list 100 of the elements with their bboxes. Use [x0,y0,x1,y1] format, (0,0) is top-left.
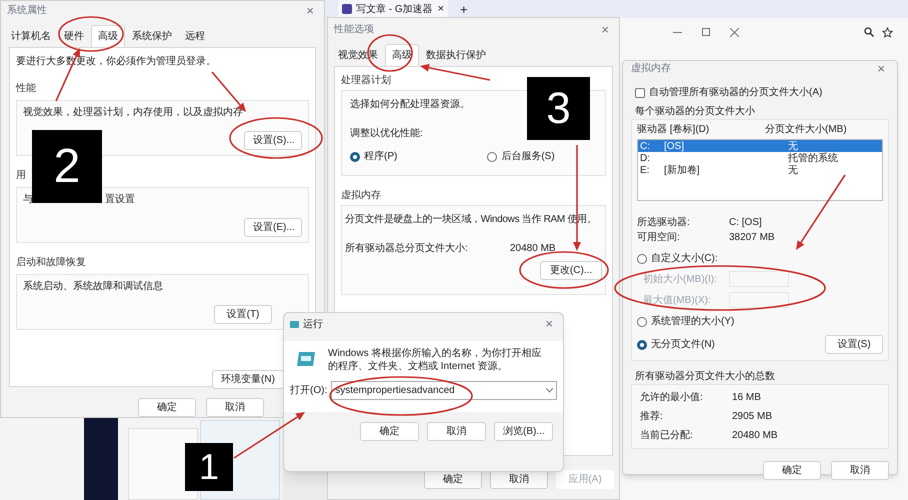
page-file-size: 无 [788,164,798,178]
step-number: 1 [185,443,233,491]
drive-letter: D: [639,152,651,166]
close-button[interactable]: × [302,4,318,17]
annotation-arrow [420,64,490,81]
drive-row[interactable]: E: [新加卷] 无 [638,164,882,176]
browser-tab[interactable]: 写文章 - G加速器 × [338,0,448,18]
column-header: 驱动器 [卷标](D) [637,122,710,137]
drive-row[interactable]: D: 托管的系统 [638,152,882,164]
annotation-arrow [234,412,305,459]
group-title: 用 [16,170,26,181]
drive-label: [OS] [664,140,684,152]
step-number: 3 [527,77,590,140]
settings-button[interactable]: 设置(E)... [244,218,302,237]
total-value: 2905 MB [732,410,772,424]
tab[interactable]: 计算机名 [5,26,57,47]
total-label: 推荐: [640,410,664,424]
group-title: 性能 [16,83,36,94]
maximize-icon[interactable] [702,28,710,36]
group-title: 所有驱动器分页文件大小的总数 [634,370,776,384]
info-label: 可用空间: [637,230,681,245]
tab[interactable]: 系统保护 [126,26,178,47]
checkbox-label: 自动管理所有驱动器的分页文件大小(A) [649,86,822,100]
drive-letter: E: [639,164,650,178]
tab[interactable]: 硬件 [58,26,90,47]
radio-label: 后台服务(S) [501,150,555,164]
total-value: 20480 MB [732,429,778,443]
column-header: 分页文件大小(MB) [765,122,847,137]
step-number: 2 [32,130,102,203]
settings-button[interactable]: 设置(S)... [244,131,302,150]
total-value: 16 MB [732,391,761,405]
close-button[interactable]: × [597,22,613,36]
dialog-button[interactable]: 取消 [206,398,264,417]
settings-button[interactable]: 设置(T) [214,305,272,324]
close-button[interactable]: × [873,62,889,75]
radio-button[interactable] [637,316,647,326]
app-icon [342,4,352,14]
radio-button[interactable] [487,152,498,162]
radio-label: 无分页文件(N) [651,338,715,352]
annotation-ellipse [367,34,413,72]
group-description: 视觉效果，处理器计划，内存使用，以及虚拟内存 [23,106,243,120]
page-file-size: 托管的系统 [788,152,838,165]
group-description: 置设置 [105,192,135,207]
close-tab-button[interactable]: × [438,4,444,14]
dialog-button[interactable]: 确定 [763,461,821,480]
drive-letter: C: [639,140,651,154]
tab[interactable]: 远程 [179,26,211,47]
tab[interactable]: 高级 [91,25,125,47]
info-label: 所选驱动器: [637,216,691,230]
radio-button[interactable] [637,340,647,350]
info-value: 38207 MB [729,231,775,245]
total-label: 所有驱动器总分页文件大小: [345,242,469,256]
run-icon [296,351,316,367]
info-value: C: [OS] [729,216,762,230]
command-field[interactable]: systempropertiesadvanced [331,381,557,400]
close-button[interactable]: × [541,316,557,331]
checkbox[interactable] [635,88,645,98]
dialog-button[interactable]: 浏览(B)... [494,422,553,441]
close-icon[interactable] [730,28,739,36]
dialog-button[interactable]: 确定 [138,398,196,417]
total-label: 当前已分配: [640,428,694,443]
group-description: 系统启动、系统故障和调试信息 [23,280,163,294]
drive-row[interactable]: C: [OS] 无 [638,140,882,152]
group-title: 每个驱动器的分页文件大小 [634,104,756,119]
total-label: 允许的最小值: [640,390,704,405]
group-description: 与 [23,192,33,207]
group-description: 选择如何分配处理器资源。 [350,98,471,112]
radio-button[interactable] [637,254,647,264]
tab[interactable]: 数据执行保护 [420,45,492,66]
dialog-button[interactable]: 取消 [427,422,486,441]
new-tab-button[interactable]: + [460,2,468,16]
dialog-button[interactable]: 确定 [360,422,419,441]
drive-label: [新加卷] [664,164,700,176]
total-value: 20480 MB [510,242,556,256]
page-file-size: 无 [788,140,798,152]
group-title: 虚拟内存 [341,188,382,203]
window-title: 性能选项 [334,22,374,36]
tab-title: 写文章 - G加速器 [356,2,433,16]
prompt-text: 调整以优化性能: [350,126,424,141]
star-icon[interactable] [882,26,893,38]
change-button[interactable]: 更改(C)... [540,261,602,280]
annotation-ellipse [58,16,124,52]
search-icon[interactable] [864,27,874,37]
environment-button[interactable]: 环境变量(N) [212,370,284,389]
set-button[interactable]: 设置(S) [825,335,883,354]
field-label: 初始大小(MB)(I): [643,272,718,286]
radio-label: 系统管理的大小(Y) [651,314,734,329]
window-title: 系统属性 [7,4,47,18]
open-label: 打开(O): [290,384,328,398]
group-title: 启动和故障恢复 [16,257,86,268]
dialog-button[interactable]: 取消 [831,461,889,480]
group-title: 处理器计划 [341,74,392,88]
radio-button[interactable] [350,152,360,162]
window-title: 运行 [303,318,323,332]
description-text: Windows 将根据你所输入的名称，为你打开相应的程序、文件夹、文档或 Internet 资源。 [328,347,542,373]
dropdown-caret-icon[interactable] [546,388,553,393]
run-icon [290,320,299,328]
radio-label: 自定义大小(C): [651,252,718,266]
radio-label: 程序(P) [364,150,398,164]
window-title: 虚拟内存 [631,62,671,76]
